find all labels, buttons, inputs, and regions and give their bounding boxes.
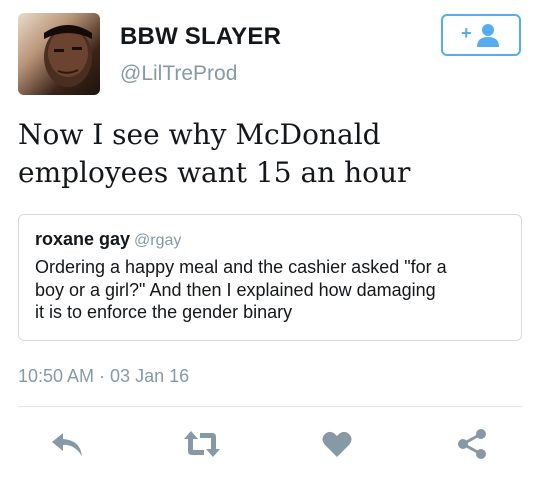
quoted-text-line: Ordering a happy meal and the cashier as… <box>35 257 447 277</box>
tweet-text-line: Now I see why McDonald <box>18 118 381 151</box>
follow-plus-sign: + <box>461 23 472 43</box>
retweet-button[interactable] <box>182 424 222 464</box>
reply-button[interactable] <box>47 424 87 464</box>
quoted-tweet-text: Ordering a happy meal and the cashier as… <box>35 256 505 324</box>
tweet-text-line: employees want 15 an hour <box>18 156 411 189</box>
reply-icon <box>52 433 82 456</box>
retweet-icon <box>184 431 220 457</box>
actions-divider <box>18 406 522 407</box>
quoted-text-line: boy or a girl?" And then I explained how… <box>35 279 436 300</box>
like-button[interactable] <box>317 424 357 464</box>
share-icon <box>458 429 486 459</box>
share-button[interactable] <box>452 424 492 464</box>
avatar-photo <box>44 25 92 87</box>
author-handle[interactable]: @LilTreProd <box>120 62 237 86</box>
quoted-tweet-header: roxane gay @rgay <box>35 228 505 252</box>
heart-icon <box>322 431 352 457</box>
quoted-text-line: it is to enforce the gender binary <box>35 302 293 322</box>
follow-button[interactable]: + <box>441 14 521 56</box>
tweet-text: Now I see why McDonald employees want 15… <box>18 116 518 192</box>
quoted-author-handle: @rgay <box>134 232 182 249</box>
author-display-name[interactable]: BBW SLAYER <box>120 23 281 51</box>
quoted-tweet-card[interactable]: roxane gay @rgay Ordering a happy meal an… <box>18 214 522 341</box>
author-avatar[interactable] <box>18 13 100 95</box>
add-user-icon: + <box>461 23 499 47</box>
quoted-author-name: roxane gay <box>35 229 131 249</box>
tweet-timestamp[interactable]: 10:50 AM · 03 Jan 16 <box>18 366 189 387</box>
